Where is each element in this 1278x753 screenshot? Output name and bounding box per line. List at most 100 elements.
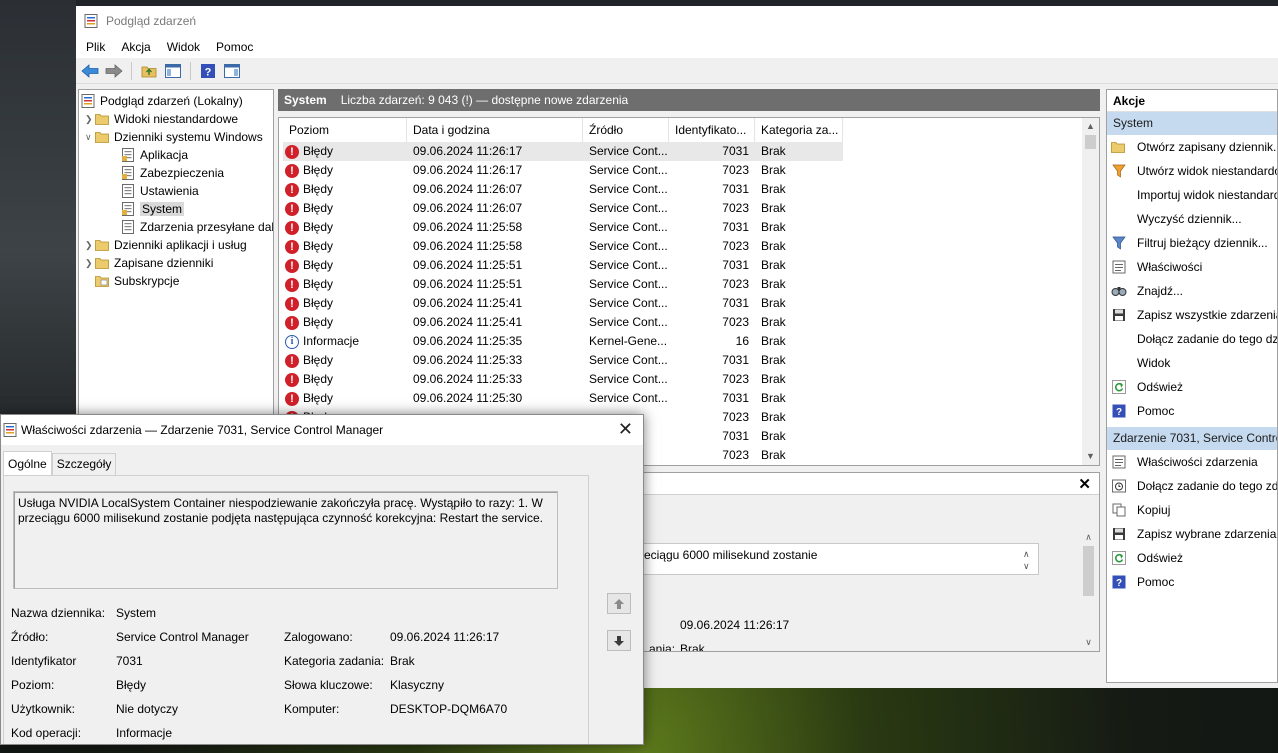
cell-source: Service Cont... (589, 315, 668, 329)
next-event-button[interactable] (607, 630, 631, 651)
actions-title: Akcje (1107, 90, 1277, 112)
tab-details[interactable]: Szczegóły (51, 453, 117, 475)
chevron-right-icon[interactable]: ❯ (85, 258, 95, 269)
cell-level: ! Błędy (283, 180, 407, 199)
table-row[interactable]: ! Błędy 09.06.2024 11:25:51 Service Cont...… (283, 256, 843, 275)
title-bar: Podgląd zdarzeń (76, 6, 1278, 36)
tree-subscriptions[interactable]: Subskrypcje (95, 272, 179, 290)
error-icon: ! (285, 296, 299, 311)
tree-security[interactable]: Zabezpieczenia (121, 164, 224, 182)
back-icon[interactable] (80, 61, 100, 81)
cell-id: 7023 (722, 163, 749, 177)
preview-scrollbar[interactable]: ∧ ∨ (1080, 529, 1097, 651)
table-row[interactable]: ! Błędy 09.06.2024 11:25:51 Service Cont...… (283, 275, 843, 294)
scroll-thumb[interactable] (1083, 546, 1094, 596)
forward-icon[interactable] (104, 61, 124, 81)
action-item[interactable]: Właściwości zdarzenia (1107, 450, 1277, 474)
cell-date: 09.06.2024 11:25:35 (413, 334, 523, 348)
filter-icon (1111, 235, 1127, 251)
scroll-down-icon[interactable]: ▼ (1082, 448, 1099, 465)
column-level[interactable]: Poziom (283, 118, 407, 142)
table-row[interactable]: ! Błędy 09.06.2024 11:26:17 Service Cont...… (283, 142, 843, 161)
tree-custom-views[interactable]: ❯ Widoki niestandardowe (85, 110, 238, 128)
action-item[interactable]: Otwórz zapisany dziennik... (1107, 135, 1277, 159)
table-row[interactable]: ! Błędy 09.06.2024 11:25:41 Service Cont...… (283, 294, 843, 313)
action-item[interactable]: Filtruj bieżący dziennik... (1107, 231, 1277, 255)
action-item[interactable]: Utwórz widok niestandardowy... (1107, 159, 1277, 183)
action-item[interactable]: Zapisz wszystkie zdarzenia jako... (1107, 303, 1277, 327)
chevron-up-icon[interactable]: ∧ (1023, 549, 1030, 560)
tree-setup[interactable]: Ustawienia (121, 182, 199, 200)
value-computer: DESKTOP-DQM6A70 (390, 702, 508, 716)
column-id[interactable]: Identyfikato... (669, 118, 755, 142)
cell-category: Brak (761, 201, 786, 215)
action-item[interactable]: Wyczyść dziennik... (1107, 207, 1277, 231)
action-item[interactable]: Dołącz zadanie do tego zdarzenia... (1107, 474, 1277, 498)
menu-action[interactable]: Akcja (113, 40, 158, 54)
save-icon (1111, 526, 1127, 542)
tree-application[interactable]: Aplikacja (121, 146, 188, 164)
help-icon[interactable]: ? (198, 61, 218, 81)
column-date[interactable]: Data i godzina (407, 118, 583, 142)
action-item[interactable]: Właściwości (1107, 255, 1277, 279)
action-label: Pomoc (1137, 575, 1175, 589)
table-row[interactable]: ! Błędy 09.06.2024 11:26:17 Service Cont...… (283, 161, 843, 180)
tree-root[interactable]: Podgląd zdarzeń (Lokalny) (81, 92, 243, 110)
chevron-right-icon[interactable]: ❯ (85, 240, 95, 251)
table-row[interactable]: ! Błędy 09.06.2024 11:25:58 Service Cont...… (283, 237, 843, 256)
action-item[interactable]: Kopiuj (1107, 498, 1277, 522)
event-viewer-icon (84, 14, 98, 28)
error-icon: ! (285, 258, 299, 273)
tree-saved-logs[interactable]: ❯ Zapisane dzienniki (85, 254, 213, 272)
show-hide-tree-icon[interactable] (163, 61, 183, 81)
table-row[interactable]: ! Błędy 09.06.2024 11:25:58 Service Cont...… (283, 218, 843, 237)
menu-file[interactable]: Plik (78, 40, 113, 54)
actions-section-event[interactable]: Zdarzenie 7031, Service Control Manager (1107, 427, 1277, 450)
label-computer: Komputer: (284, 702, 340, 716)
events-scrollbar[interactable]: ▲ ▼ (1082, 118, 1099, 465)
tab-general[interactable]: Ogólne (3, 451, 52, 475)
action-item[interactable]: Odśwież (1107, 375, 1277, 399)
action-item[interactable]: Zapisz wybrane zdarzenia... (1107, 522, 1277, 546)
table-row[interactable]: ! Błędy 09.06.2024 11:26:07 Service Cont...… (283, 180, 843, 199)
close-icon[interactable]: ✕ (618, 419, 633, 440)
table-row[interactable]: ! Błędy 09.06.2024 11:25:41 Service Cont...… (283, 313, 843, 332)
action-item[interactable]: Znajdź... (1107, 279, 1277, 303)
table-row[interactable]: ! Błędy 09.06.2024 11:26:07 Service Cont...… (283, 199, 843, 218)
previous-event-button[interactable] (607, 593, 631, 614)
label-keywords: Słowa kluczowe: (284, 678, 373, 692)
actions-section-system[interactable]: System (1107, 112, 1277, 135)
close-icon[interactable]: ✕ (1078, 475, 1091, 493)
menu-help[interactable]: Pomoc (208, 40, 261, 54)
table-row[interactable]: i Informacje 09.06.2024 11:25:35 Kernel-Gen… (283, 332, 843, 351)
table-row[interactable]: ! Błędy 09.06.2024 11:25:33 Service Cont...… (283, 370, 843, 389)
tree-forwarded[interactable]: Zdarzenia przesyłane dalej (121, 218, 273, 236)
tree-system[interactable]: System (121, 200, 185, 218)
action-item[interactable]: ? Pomoc (1107, 570, 1277, 594)
up-folder-icon[interactable] (139, 61, 159, 81)
scroll-down-icon[interactable]: ∨ (1080, 634, 1097, 651)
tree-custom-views-label: Widoki niestandardowe (114, 112, 239, 126)
chevron-down-icon[interactable]: ∨ (85, 132, 95, 143)
scroll-up-icon[interactable]: ∧ (1080, 529, 1097, 546)
menu-view[interactable]: Widok (159, 40, 208, 54)
find-icon (1111, 283, 1127, 299)
chevron-down-icon[interactable]: ∨ (1023, 561, 1030, 572)
show-hide-actions-icon[interactable] (222, 61, 242, 81)
action-item[interactable]: Dołącz zadanie do tego dziennika... (1107, 327, 1277, 351)
scroll-up-icon[interactable]: ▲ (1082, 118, 1099, 135)
tree-windows-logs[interactable]: ∨ Dzienniki systemu Windows (85, 128, 263, 146)
cell-date: 09.06.2024 11:26:17 (413, 144, 523, 158)
tree-app-service-logs[interactable]: ❯ Dzienniki aplikacji i usług (85, 236, 247, 254)
table-row[interactable]: ! Błędy 09.06.2024 11:25:33 Service Cont...… (283, 351, 843, 370)
action-item[interactable]: ? Pomoc (1107, 399, 1277, 423)
table-row[interactable]: ! Błędy 09.06.2024 11:25:30 Service Cont...… (283, 389, 843, 408)
column-category[interactable]: Kategoria za... (755, 118, 843, 142)
level-text: Błędy (303, 372, 334, 386)
scroll-thumb[interactable] (1085, 135, 1096, 149)
chevron-right-icon[interactable]: ❯ (85, 114, 95, 125)
action-item[interactable]: Odśwież (1107, 546, 1277, 570)
action-item[interactable]: Importuj widok niestandardowy... (1107, 183, 1277, 207)
action-item[interactable]: Widok (1107, 351, 1277, 375)
column-source[interactable]: Źródło (583, 118, 669, 142)
